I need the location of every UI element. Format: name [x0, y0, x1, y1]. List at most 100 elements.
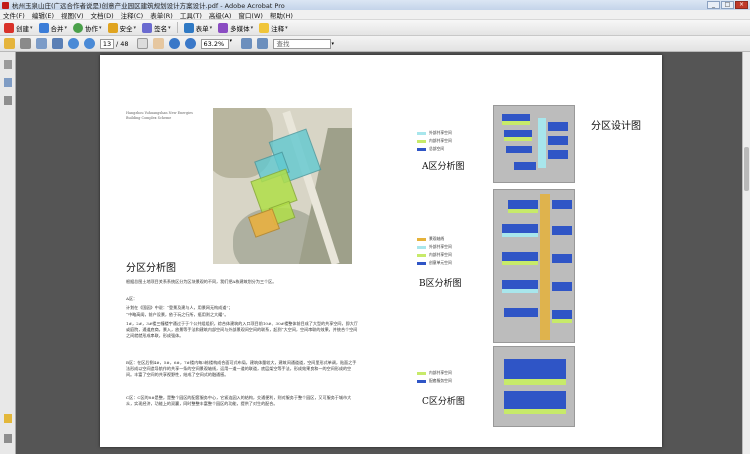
fit-page-icon[interactable] [240, 38, 252, 49]
zone-a-title: A区分析图 [422, 162, 465, 172]
zoom-dropdown-icon[interactable]: ▾ [230, 38, 236, 49]
comments-panel-icon[interactable] [4, 414, 12, 423]
legend-row: 内部共享空间 [417, 252, 452, 258]
menu-advanced[interactable]: 高级(A) [209, 10, 232, 20]
select-cursor-icon[interactable] [136, 38, 148, 49]
zone-b-plan [493, 189, 575, 343]
find-input[interactable]: 查找 [272, 38, 331, 49]
legend-label: 内部共享空间 [429, 138, 452, 143]
window-controls: _ □ × [707, 1, 748, 9]
menu-help[interactable]: 帮助(H) [270, 10, 293, 20]
maximize-button[interactable]: □ [721, 1, 734, 9]
site-aerial-map [213, 108, 352, 264]
chevron-down-icon: ▾ [30, 24, 33, 31]
print-icon[interactable] [20, 38, 31, 49]
create-button[interactable]: 创建 ▾ [4, 22, 33, 33]
next-page-icon[interactable] [84, 38, 95, 49]
menu-bar: 文件(F) 编辑(E) 视图(V) 文档(D) 注释(C) 表单(R) 工具(T… [0, 10, 750, 20]
multimedia-button[interactable]: 多媒体 ▾ [218, 22, 253, 33]
multimedia-icon [218, 22, 229, 33]
building-block [514, 162, 536, 170]
building-block [504, 137, 532, 141]
open-folder-icon[interactable] [4, 38, 15, 49]
fit-width-icon[interactable] [256, 38, 268, 49]
vertical-scrollbar[interactable] [742, 52, 750, 454]
legend-swatch [417, 147, 426, 151]
menu-comments[interactable]: 注释(C) [121, 10, 144, 20]
building-block [506, 146, 532, 153]
project-caption: Hangzhou Yuhuangshan New Energies Buildi… [126, 111, 193, 120]
sign-label: 签名 [154, 24, 168, 33]
toolbar-separator [176, 22, 178, 33]
collaborate-icon [73, 22, 84, 33]
legend-swatch [417, 245, 426, 249]
secure-button[interactable]: 安全 ▾ [107, 22, 136, 33]
building-block [502, 252, 538, 261]
building-block [502, 261, 538, 265]
building-block [552, 254, 572, 263]
forms-button[interactable]: 表单 ▾ [183, 22, 213, 33]
multimedia-label: 多媒体 [230, 24, 250, 33]
building-block [538, 118, 546, 168]
building-block [548, 150, 568, 159]
comment-button[interactable]: 注释 ▾ [259, 22, 288, 33]
page-number-input[interactable]: 13 [100, 38, 114, 49]
collaborate-button[interactable]: 协作 ▾ [73, 22, 102, 33]
menu-window[interactable]: 窗口(W) [238, 10, 263, 20]
zone-c-plan [493, 346, 575, 427]
combine-label: 合并 [50, 24, 64, 33]
sign-button[interactable]: 签名 ▾ [142, 22, 171, 33]
building-block [504, 359, 566, 379]
intro-paragraph: 根据总图土地项目关系系统区分为区块景观的不同，我们把A栋建筑划分为三个区。 [126, 279, 277, 284]
attachments-icon[interactable] [4, 434, 12, 443]
zoom-level-field[interactable]: 63.2% [200, 38, 229, 49]
menu-edit[interactable]: 编辑(E) [32, 10, 54, 20]
menu-view[interactable]: 视图(V) [61, 10, 84, 20]
signatures-icon[interactable] [4, 96, 12, 105]
legend-row: 配套服务空间 [417, 378, 452, 384]
create-label: 创建 [16, 24, 29, 33]
minimize-button[interactable]: _ [707, 1, 720, 9]
close-button[interactable]: × [735, 1, 748, 9]
zoom-out-icon[interactable] [168, 38, 180, 49]
menu-document[interactable]: 文档(D) [91, 10, 114, 20]
legend-swatch [417, 261, 426, 265]
menu-forms[interactable]: 表单(R) [150, 10, 173, 20]
title-bar: 杭州玉泉山庄(广远合作者说是)创意产业园区建筑规划设计方案设计.pdf - Ad… [0, 0, 750, 10]
combine-icon [38, 22, 49, 33]
zoom-in-icon[interactable] [184, 38, 196, 49]
zone-b-title: B区分析图 [419, 279, 462, 289]
legend-row: 景观轴线 [417, 236, 452, 242]
legend-label: 景观轴线 [429, 236, 445, 241]
chevron-down-icon: ▾ [168, 24, 171, 31]
legend-swatch [417, 371, 426, 375]
zone-a-plan [493, 105, 575, 183]
page-thumbnails-icon[interactable] [4, 60, 12, 69]
bookmarks-icon[interactable] [4, 78, 12, 87]
building-block [504, 308, 538, 317]
save-icon[interactable] [52, 38, 63, 49]
menu-file[interactable]: 文件(F) [3, 10, 25, 20]
building-block [502, 289, 538, 293]
zone-c-title: C区分析图 [422, 397, 465, 407]
chevron-down-icon: ▾ [209, 24, 213, 31]
legend-label: 配套服务空间 [429, 378, 452, 383]
previous-page-icon[interactable] [68, 38, 79, 49]
create-pdf-icon [4, 22, 14, 33]
zone-c-legend: 内部共享空间 配套服务空间 [417, 370, 452, 386]
menu-tools[interactable]: 工具(T) [180, 10, 202, 20]
scrollbar-thumb[interactable] [744, 147, 749, 191]
zone-a-heading: A区： [126, 296, 138, 301]
acrobat-app-icon [2, 1, 9, 9]
find-dropdown-icon[interactable]: ▾ [332, 41, 335, 47]
hand-tool-icon[interactable] [152, 38, 164, 49]
quote-line: 计划在《国园》中说：“登景及建与人，用景网无构成道”； [126, 305, 233, 310]
combine-button[interactable]: 合并 ▾ [38, 22, 67, 33]
legend-swatch [417, 237, 426, 241]
zone-b-legend: 景观轴线 外部共享空间 内部共享空间 创意单元空间 [417, 236, 452, 268]
legend-row: 内部共享空间 [417, 370, 452, 376]
legend-swatch [417, 131, 426, 135]
chevron-down-icon: ▾ [285, 24, 288, 31]
building-block [504, 409, 566, 414]
email-icon[interactable] [36, 38, 47, 49]
